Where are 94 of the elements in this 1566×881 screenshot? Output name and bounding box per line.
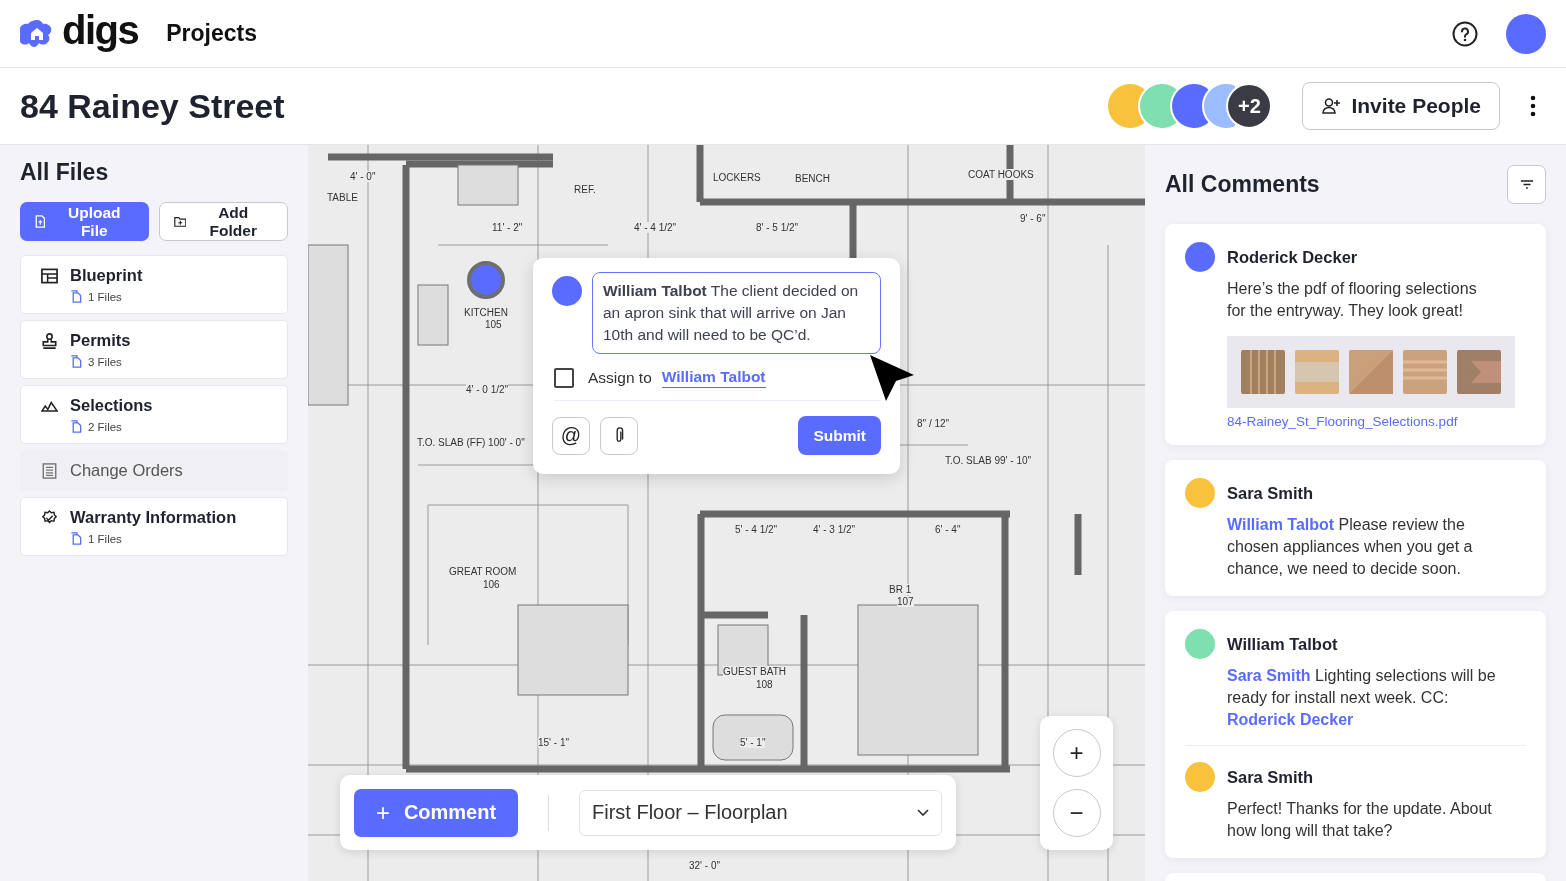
- plan-label: 108: [756, 679, 773, 690]
- logo-icon: [20, 17, 54, 50]
- document-lines-icon: [41, 462, 58, 479]
- plan-label: 107: [897, 596, 914, 607]
- app-logo-text: digs: [62, 8, 139, 53]
- stamp-icon: [41, 332, 58, 349]
- plan-label: LOCKERS: [713, 172, 761, 183]
- comment-text: Here’s the pdf of flooring selections for the entryway. They look great!: [1227, 279, 1478, 321]
- plan-label: BENCH: [795, 173, 830, 184]
- plan-label: 4' - 0": [350, 171, 376, 182]
- comment-text: William Talbot Please review the chosen appliances when you get a chance, we need to decide soon.: [1227, 515, 1474, 579]
- comments-heading: All Comments: [1165, 171, 1320, 198]
- plan-label: 11' - 2": [492, 222, 523, 233]
- plan-label: 4' - 4 1/2": [634, 222, 677, 233]
- verified-badge-icon: [41, 509, 58, 526]
- plan-label: 6' - 4": [935, 524, 961, 535]
- upload-file-button[interactable]: Upload File: [20, 202, 149, 241]
- plan-label: KITCHEN: [464, 307, 508, 318]
- comment-author: William Talbot: [1227, 634, 1338, 654]
- attach-button[interactable]: [600, 416, 638, 455]
- folder-item[interactable]: Blueprint 1 Files: [20, 255, 288, 314]
- layout-icon: [41, 267, 58, 284]
- plan-label: TABLE: [327, 192, 358, 203]
- floor-select[interactable]: First Floor – Floorplan: [579, 789, 942, 836]
- invite-people-button[interactable]: Invite People: [1302, 82, 1500, 130]
- folder-item[interactable]: Permits 3 Files: [20, 320, 288, 379]
- plan-label: 105: [485, 319, 502, 330]
- paperclip-icon: [614, 426, 624, 445]
- folder-name: Change Orders: [70, 461, 183, 480]
- plan-label: 8" / 12": [917, 418, 950, 429]
- assign-checkbox[interactable]: [554, 368, 574, 388]
- attachment-link[interactable]: 84-Rainey_St_Flooring_Selections.pdf: [1227, 414, 1526, 429]
- more-options-icon[interactable]: [1530, 95, 1536, 117]
- files-icon: [70, 355, 82, 368]
- projects-link[interactable]: Projects: [166, 20, 257, 47]
- chevron-down-icon: [917, 808, 929, 817]
- plan-label: GUEST BATH: [723, 666, 786, 677]
- more-collaborators-badge[interactable]: +2: [1226, 83, 1273, 129]
- plan-label: BR 1: [889, 584, 912, 595]
- folder-name: Selections: [70, 396, 153, 415]
- plan-label: REF.: [574, 184, 596, 195]
- comment-author: Sara Smith: [1227, 483, 1314, 503]
- folder-name: Warranty Information: [70, 508, 237, 527]
- plan-label: 5' - 1": [740, 737, 766, 748]
- comment-text: Sara Smith Lighting selections will be ready for install next week. CC: Roderick Decker: [1227, 666, 1497, 730]
- comment-text: Perfect! Thanks for the update. About how long will that take?: [1227, 799, 1493, 841]
- file-count: 1 Files: [88, 290, 122, 303]
- project-title: 84 Rainey Street: [20, 86, 285, 126]
- folder-item[interactable]: Selections 2 Files: [20, 385, 288, 444]
- zoom-in-button[interactable]: +: [1052, 729, 1101, 777]
- comment-pin[interactable]: [467, 261, 505, 299]
- plan-label: GREAT ROOM: [449, 566, 517, 577]
- add-folder-button[interactable]: Add Folder: [158, 202, 288, 241]
- folder-name: Blueprint: [70, 266, 143, 285]
- files-icon: [70, 290, 82, 303]
- comment-input-field[interactable]: William Talbot The client decided on an apron sink that will arrive on Jan 10th and will need to be QC’d.: [592, 272, 881, 354]
- assign-label: Assign to: [588, 369, 652, 387]
- add-person-icon: [1321, 96, 1342, 116]
- folder-icon: [173, 215, 187, 228]
- plan-label: 106: [483, 579, 500, 590]
- filter-button[interactable]: [1507, 165, 1546, 204]
- flooring-swatches-drawing[interactable]: [1227, 336, 1515, 408]
- plan-label: 5' - 4 1/2": [735, 524, 778, 535]
- filter-icon: [1519, 179, 1534, 190]
- files-heading: All Files: [20, 159, 110, 186]
- plan-label: 15' - 1": [538, 737, 570, 748]
- files-icon: [70, 532, 82, 545]
- help-icon[interactable]: [1452, 20, 1478, 47]
- plan-label: 8' - 5 1/2": [756, 222, 799, 233]
- comment-author: Roderick Decker: [1227, 247, 1358, 267]
- submit-button[interactable]: Submit: [798, 416, 881, 455]
- plan-label: 4' - 0 1/2": [466, 384, 509, 395]
- assignee-link[interactable]: William Talbot: [661, 368, 766, 388]
- mention-button[interactable]: @: [552, 416, 590, 455]
- add-comment-button[interactable]: + Comment: [354, 788, 518, 837]
- files-icon: [70, 420, 82, 433]
- plan-label: T.O. SLAB 99' - 10": [945, 455, 1032, 466]
- upload-icon: [34, 215, 47, 228]
- mention-link[interactable]: Roderick Decker: [1227, 711, 1354, 728]
- file-count: 3 Files: [88, 355, 122, 368]
- comment-author: Sara Smith: [1227, 767, 1314, 787]
- mention-link[interactable]: Sara Smith: [1227, 667, 1311, 684]
- plan-label: 9' - 6": [1020, 213, 1046, 224]
- plan-label: T.O. SLAB (FF) 100' - 0": [417, 437, 525, 448]
- folder-name: Permits: [70, 331, 131, 350]
- plan-label: COAT HOOKS: [968, 169, 1034, 180]
- plan-label: 4' - 3 1/2": [813, 524, 856, 535]
- file-count: 2 Files: [88, 420, 122, 433]
- plan-label: 32' - 0": [689, 860, 721, 871]
- folder-item[interactable]: Warranty Information 1 Files: [20, 497, 288, 556]
- file-count: 1 Files: [88, 532, 122, 545]
- zoom-out-button[interactable]: −: [1052, 789, 1101, 837]
- user-avatar[interactable]: [1506, 13, 1546, 54]
- mention-link[interactable]: William Talbot: [1227, 516, 1335, 533]
